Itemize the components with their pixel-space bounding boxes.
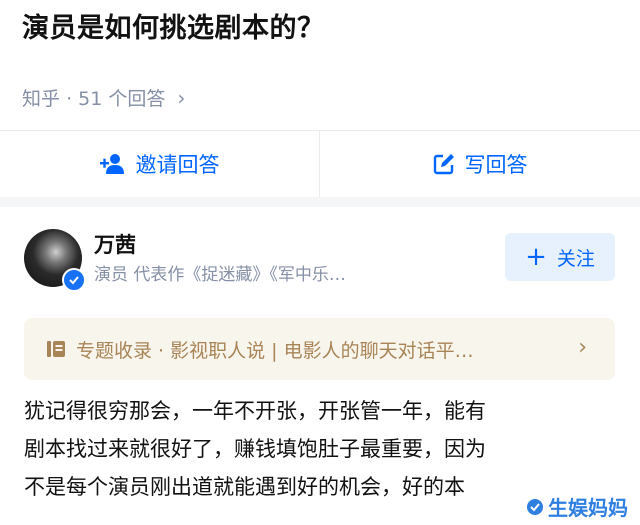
topic-collection-banner[interactable]: 专题收录 · 影视职人说 | 电影人的聊天对话平… › (24, 318, 615, 380)
verified-badge-icon (62, 268, 86, 292)
follow-button[interactable]: + 关注 (505, 233, 615, 281)
content-line: 剧本找过来就很好了，赚钱填饱肚子最重要，因为 (24, 437, 486, 461)
write-answer-label: 写回答 (464, 153, 528, 177)
plus-icon: + (525, 242, 547, 272)
topic-text: 专题收录 · 影视职人说 | 电影人的聊天对话平… (76, 339, 474, 362)
author-bio: 演员 代表作《捉迷藏》《军中乐… (94, 265, 346, 285)
question-meta[interactable]: 知乎 · 51 个回答 › (22, 84, 185, 111)
chevron-right-icon: › (177, 86, 186, 110)
write-answer-button[interactable]: 写回答 (320, 131, 640, 197)
content-line: 犹记得很穷那会，一年不开张，开张管一年，能有 (24, 399, 486, 423)
author-name[interactable]: 万茜 (94, 229, 136, 259)
follow-label: 关注 (556, 247, 595, 270)
question-header: 演员是如何挑选剧本的？ 知乎 · 51 个回答 › 邀请回答 写回答 (0, 0, 640, 197)
answer-content[interactable]: 犹记得很穷那会，一年不开张，开张管一年，能有 剧本找过来就很好了，赚钱填饱肚子最… (24, 392, 624, 506)
watermark: 生娱妈妈 (522, 490, 632, 523)
question-title[interactable]: 演员是如何挑选剧本的？ (22, 6, 325, 45)
watermark-logo-icon (527, 498, 543, 515)
meta-separator: · (66, 88, 73, 110)
source-label: 知乎 (22, 88, 61, 110)
answer-card: 万茜 演员 代表作《捉迷藏》《军中乐… + 关注 专题收录 · 影视职人说 | … (0, 207, 640, 525)
invite-answer-label: 邀请回答 (135, 153, 220, 177)
answer-count: 51 个回答 (78, 88, 166, 110)
collection-icon (46, 339, 66, 359)
watermark-text: 生娱妈妈 (548, 496, 628, 520)
chevron-right-icon: › (578, 335, 587, 360)
add-user-icon (99, 154, 124, 174)
invite-answer-button[interactable]: 邀请回答 (0, 131, 319, 197)
edit-icon (433, 154, 454, 175)
